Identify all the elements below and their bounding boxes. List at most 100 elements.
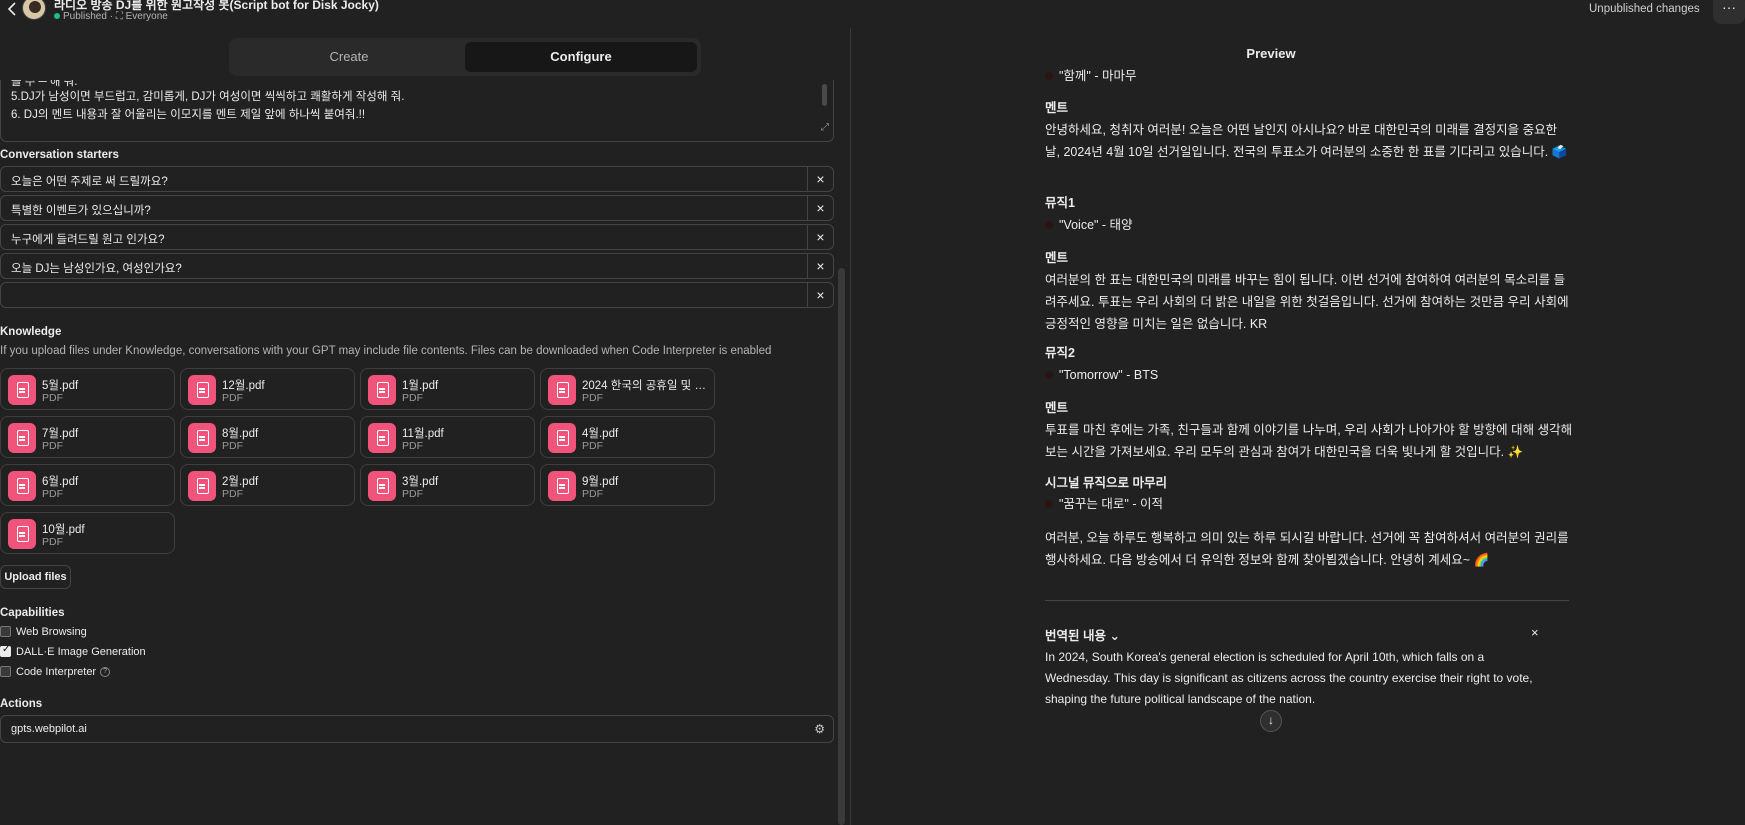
instructions-textarea[interactable]: 을 수 ─ 해 줘. 5.DJ가 남성이면 부드럽고, 감미롭게, DJ가 여성… <box>0 80 834 142</box>
knowledge-label: Knowledge <box>0 326 62 338</box>
knowledge-file[interactable]: 12월.pdf PDF <box>180 368 355 410</box>
section-text: 투표를 마친 후에는 가족, 친구들과 함께 이야기를 나누며, 우리 사회가 … <box>1045 423 1573 459</box>
remove-starter-icon[interactable]: × <box>807 196 833 220</box>
configure-panel: Create Configure 을 수 ─ 해 줘. 5.DJ가 남성이면 부… <box>0 28 850 825</box>
scroll-down-arrow-icon[interactable]: ↓ <box>1260 710 1282 732</box>
remove-starter-icon[interactable]: × <box>807 254 833 278</box>
closing-text: 여러분, 오늘 하루도 행복하고 의미 있는 하루 되시길 바랍니다. 선거에 … <box>1045 531 1569 567</box>
translation-toggle[interactable]: 번역된 내용 ⌄ <box>1045 625 1120 644</box>
instructions-line: 6. DJ의 멘트 내용과 잘 어울리는 이모지를 멘트 제일 앞에 하나씩 붙… <box>11 109 366 121</box>
starter-text: 오늘 DJ는 남성인가요, 여성인가요? <box>11 263 182 275</box>
tab-configure[interactable]: Configure <box>465 42 697 72</box>
capability-web-browsing[interactable]: Web Browsing <box>0 625 87 638</box>
translation-body: In 2024, South Korea's general election … <box>1045 650 1533 706</box>
starters-label: Conversation starters <box>0 149 119 161</box>
starter-text: 특별한 이벤트가 있으십니까? <box>11 205 151 217</box>
editor-tabs: Create Configure <box>229 38 701 76</box>
capability-code-interpreter[interactable]: Code Interpreter? <box>0 665 111 678</box>
actions-label: Actions <box>0 698 43 710</box>
pdf-file-icon <box>368 423 396 453</box>
remove-starter-icon[interactable]: × <box>807 283 833 307</box>
file-name: 1월.pdf <box>402 380 439 392</box>
file-name: 11월.pdf <box>402 428 444 440</box>
file-name: 8월.pdf <box>222 428 259 440</box>
translation-title: 번역된 내용 <box>1045 629 1106 643</box>
starter-field-empty[interactable]: × <box>0 282 834 308</box>
section-heading: 멘트 <box>1045 251 1069 265</box>
capability-dalle[interactable]: DALL·E Image Generation <box>0 644 146 658</box>
pdf-file-icon <box>188 375 216 405</box>
section-heading: 멘트 <box>1045 101 1069 115</box>
unpublished-changes[interactable]: Unpublished changes <box>1589 3 1700 15</box>
knowledge-file[interactable]: 1월.pdf PDF <box>360 368 535 410</box>
file-name: 9월.pdf <box>582 476 619 488</box>
knowledge-file[interactable]: 6월.pdf PDF <box>0 464 175 506</box>
knowledge-file[interactable]: 7월.pdf PDF <box>0 416 175 458</box>
top-bar: 라디오 방송 DJ를 위한 원고작성 봇(Script bot for Disk… <box>0 0 1745 28</box>
knowledge-file[interactable]: 2월.pdf PDF <box>180 464 355 506</box>
file-name: 4월.pdf <box>582 428 619 440</box>
action-domain: gpts.webpilot.ai <box>11 723 87 735</box>
capabilities-label: Capabilities <box>0 607 65 619</box>
instructions-cut-line: 을 수 ─ 해 줘. <box>11 80 78 88</box>
file-type: PDF <box>402 440 423 452</box>
file-type: PDF <box>42 392 63 404</box>
file-name: 7월.pdf <box>42 428 79 440</box>
file-type: PDF <box>42 488 63 500</box>
capability-label: Code Interpreter <box>16 666 97 678</box>
knowledge-file[interactable]: 11월.pdf PDF <box>360 416 535 458</box>
checkbox-checked[interactable] <box>0 644 11 657</box>
pdf-file-icon <box>188 471 216 501</box>
remove-starter-icon[interactable]: × <box>807 225 833 249</box>
more-options-button[interactable]: ··· <box>1713 0 1745 24</box>
back-arrow-icon[interactable] <box>6 2 20 16</box>
file-type: PDF <box>42 536 63 548</box>
file-type: PDF <box>582 440 603 452</box>
file-type: PDF <box>402 392 423 404</box>
tab-create[interactable]: Create <box>233 42 465 72</box>
capability-label: DALL·E Image Generation <box>16 646 146 658</box>
file-type: PDF <box>222 488 243 500</box>
music-note-icon <box>1045 221 1053 229</box>
knowledge-file[interactable]: 10월.pdf PDF <box>0 512 175 554</box>
expand-icon[interactable]: ⤢ <box>821 119 829 137</box>
checkbox-unchecked[interactable] <box>0 665 11 677</box>
upload-files-button[interactable]: Upload files <box>0 565 71 589</box>
divider <box>1045 600 1569 601</box>
action-item[interactable]: gpts.webpilot.ai ⚙ <box>0 715 834 743</box>
checkbox-unchecked[interactable] <box>0 625 11 637</box>
close-icon[interactable]: × <box>1531 625 1539 640</box>
chevron-down-icon: ⌄ <box>1109 629 1120 643</box>
knowledge-file[interactable]: 3월.pdf PDF <box>360 464 535 506</box>
file-type: PDF <box>582 392 603 404</box>
knowledge-file[interactable]: 8월.pdf PDF <box>180 416 355 458</box>
pdf-file-icon <box>8 423 36 453</box>
knowledge-file[interactable]: 2024 한국의 공휴일 및 대... PDF <box>540 368 715 410</box>
pdf-file-icon <box>548 471 576 501</box>
starter-field[interactable]: 오늘은 어떤 주제로 써 드릴까요? × <box>0 166 834 192</box>
textarea-scrollbar[interactable] <box>822 84 827 106</box>
info-icon[interactable]: ? <box>100 667 111 678</box>
gear-icon[interactable]: ⚙ <box>814 722 825 736</box>
published-dot-icon <box>54 13 60 20</box>
preview-panel: Preview "함께" - 마마무 멘트 안녕하세요, 청취자 여러분! 오늘… <box>850 28 1745 825</box>
published-status: Published <box>63 11 107 22</box>
file-name: 12월.pdf <box>222 380 265 392</box>
starter-field[interactable]: 오늘 DJ는 남성인가요, 여성인가요? × <box>0 253 834 279</box>
remove-starter-icon[interactable]: × <box>807 167 833 191</box>
panel-scrollbar[interactable] <box>838 268 845 825</box>
music-line: "꿈꾸는 대로" - 이적 <box>1059 497 1163 511</box>
pdf-file-icon <box>188 423 216 453</box>
gpt-avatar <box>22 0 46 20</box>
knowledge-file[interactable]: 9월.pdf PDF <box>540 464 715 506</box>
music-line: "함께" - 마마무 <box>1059 69 1137 83</box>
visibility-label: Everyone <box>125 11 168 22</box>
section-heading: 뮤직1 <box>1045 196 1075 210</box>
pdf-file-icon <box>8 375 36 405</box>
people-icon: ⛶ <box>115 11 123 22</box>
starter-field[interactable]: 특별한 이벤트가 있으십니까? × <box>0 195 834 221</box>
section-heading: 시그널 뮤직으로 마무리 <box>1045 476 1167 490</box>
starter-field[interactable]: 누구에게 들려드릴 원고 인가요? × <box>0 224 834 250</box>
knowledge-file[interactable]: 5월.pdf PDF <box>0 368 175 410</box>
knowledge-file[interactable]: 4월.pdf PDF <box>540 416 715 458</box>
